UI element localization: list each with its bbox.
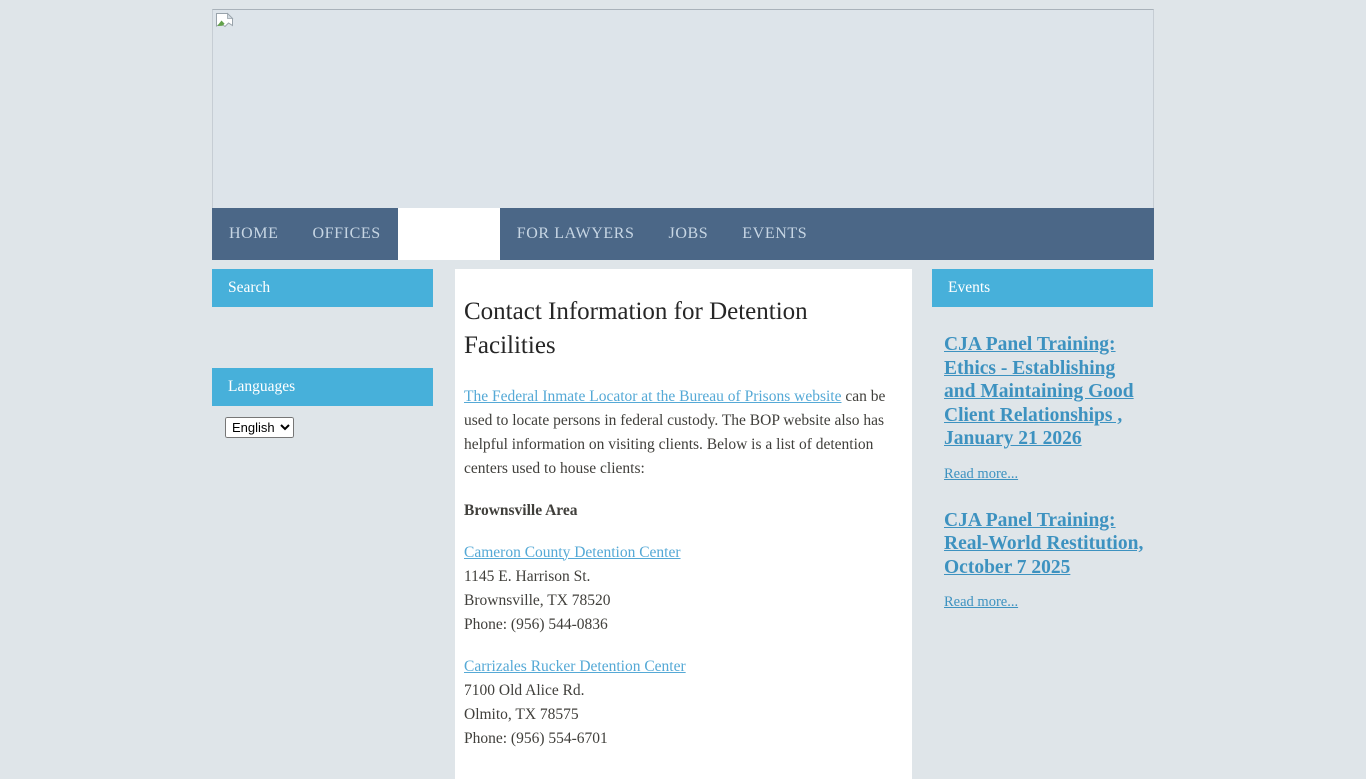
nav-item-home[interactable]: HOME	[212, 208, 296, 260]
event-link-cja-ethics[interactable]: CJA Panel Training: Ethics - Establishin…	[944, 333, 1147, 451]
search-panel-body	[212, 307, 433, 368]
intro-paragraph: The Federal Inmate Locator at the Bureau…	[464, 385, 900, 481]
event-item: CJA Panel Training: Real-World Restituti…	[932, 509, 1153, 580]
federal-inmate-locator-link[interactable]: The Federal Inmate Locator at the Bureau…	[464, 388, 841, 405]
events-panel-header: Events	[932, 269, 1153, 307]
nav-item-offices[interactable]: OFFICES	[296, 208, 398, 260]
carrizales-rucker-detention-center-link[interactable]: Carrizales Rucker Detention Center	[464, 658, 686, 675]
nav-item-events[interactable]: EVENTS	[725, 208, 824, 260]
language-select[interactable]: English	[225, 417, 294, 438]
nav-item-for-lawyers[interactable]: FOR LAWYERS	[500, 208, 652, 260]
events-sidebar: Events CJA Panel Training: Ethics - Esta…	[932, 269, 1153, 779]
nav-item-jobs[interactable]: JOBS	[652, 208, 726, 260]
main-navigation: HOME OFFICES FOR LAWYERS JOBS EVENTS	[212, 208, 1154, 260]
event-item: CJA Panel Training: Ethics - Establishin…	[932, 333, 1153, 451]
facility-address-line1: 7100 Old Alice Rd.	[464, 682, 585, 699]
facility-entry: Cameron County Detention Center 1145 E. …	[464, 541, 900, 637]
site-header	[212, 9, 1154, 208]
section-heading-brownsville: Brownsville Area	[464, 499, 900, 523]
event-link-cja-restitution[interactable]: CJA Panel Training: Real-World Restituti…	[944, 509, 1147, 580]
facility-entry: Carrizales Rucker Detention Center 7100 …	[464, 655, 900, 751]
left-sidebar: Search Languages English	[212, 269, 433, 779]
broken-image-icon	[215, 12, 235, 33]
languages-panel-header: Languages	[212, 368, 433, 406]
read-more-link[interactable]: Read more...	[944, 594, 1018, 611]
site-wrapper: HOME OFFICES FOR LAWYERS JOBS EVENTS Sea…	[212, 9, 1154, 779]
facility-address-line2: Brownsville, TX 78520	[464, 592, 611, 609]
read-more-link[interactable]: Read more...	[944, 466, 1018, 483]
facility-phone: Phone: (956) 544-0836	[464, 616, 608, 633]
nav-item-active-current[interactable]	[398, 208, 500, 260]
cameron-county-detention-center-link[interactable]: Cameron County Detention Center	[464, 544, 681, 561]
facility-phone: Phone: (956) 554-6701	[464, 730, 608, 747]
content-columns: Search Languages English Contact Informa…	[212, 269, 1154, 779]
main-content: Contact Information for Detention Facili…	[455, 269, 912, 779]
page-title: Contact Information for Detention Facili…	[464, 295, 900, 363]
facility-address-line2: Olmito, TX 78575	[464, 706, 579, 723]
search-panel-header: Search	[212, 269, 433, 307]
facility-address-line1: 1145 E. Harrison St.	[464, 568, 590, 585]
